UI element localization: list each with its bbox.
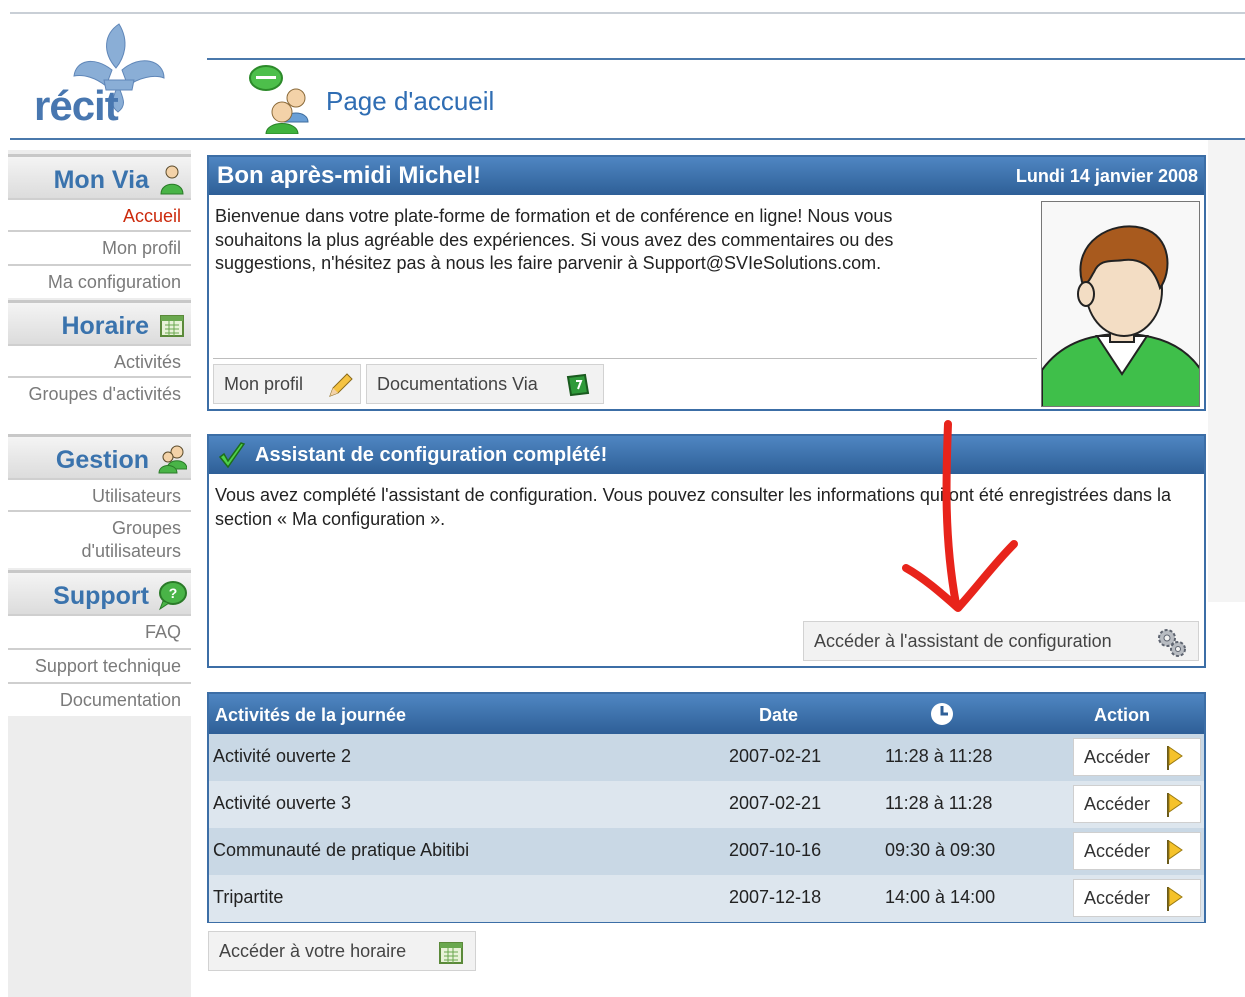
pencil-icon <box>329 373 353 397</box>
sidebar: Mon Via Accueil Mon profil Ma configurat… <box>8 150 191 997</box>
sidebar-item-groupes-utilisateurs[interactable]: Groupes d'utilisateurs <box>8 510 191 568</box>
header-separator <box>207 58 1245 60</box>
calendar-icon <box>439 942 463 964</box>
sidebar-item-faq[interactable]: FAQ <box>8 614 191 648</box>
gears-icon <box>1158 629 1186 657</box>
sidebar-item-ma-configuration[interactable]: Ma configuration <box>8 264 191 298</box>
sidebar-item-activites[interactable]: Activités <box>8 344 191 376</box>
assistant-text: Vous avez complété l'assistant de config… <box>215 485 1171 529</box>
people-chat-icon <box>249 65 309 134</box>
assistant-panel: Assistant de configuration complété! Vou… <box>207 434 1206 668</box>
acceder-button-label: Accéder <box>1084 747 1151 767</box>
right-background <box>1208 140 1245 602</box>
sidebar-section-label: Support <box>53 582 149 610</box>
clock-icon <box>931 703 953 725</box>
activity-time: 09:30 à 09:30 <box>885 840 996 860</box>
activity-name: Activité ouverte 3 <box>213 793 352 813</box>
column-header-name: Activités de la journée <box>215 705 407 725</box>
documentations-via-button[interactable]: Documentations Via <box>366 364 604 404</box>
acceder-button[interactable]: Accéder <box>1073 832 1201 870</box>
assistant-panel-header: Assistant de configuration complété! <box>209 436 1204 474</box>
users-icon <box>158 445 187 474</box>
sidebar-section-label: Gestion <box>55 446 149 474</box>
activities-table: Activités de la journée Date Action Acti… <box>207 692 1206 923</box>
acceder-button[interactable]: Accéder <box>1073 785 1201 823</box>
logo-text: récit <box>34 82 119 129</box>
current-date: Lundi 14 janvier 2008 <box>1015 166 1198 186</box>
mon-profil-button[interactable]: Mon profil <box>213 364 361 404</box>
activities-table-header: Activités de la journée Date Action <box>209 694 1204 734</box>
welcome-panel: Bon après-midi Michel! Lundi 14 janvier … <box>207 155 1206 411</box>
avatar-illustration <box>1042 202 1199 406</box>
assistant-title: Assistant de configuration complété! <box>255 444 608 466</box>
activity-time: 11:28 à 11:28 <box>885 746 993 766</box>
welcome-divider <box>213 358 1037 359</box>
flag-icon <box>1167 887 1183 911</box>
welcome-title: Bon après-midi Michel! <box>217 162 482 189</box>
flag-icon <box>1167 840 1183 864</box>
book-icon <box>566 373 590 397</box>
acceder-horaire-button[interactable]: Accéder à votre horaire <box>208 931 476 971</box>
acceder-button[interactable]: Accéder <box>1073 738 1201 776</box>
activity-date: 2007-12-18 <box>729 887 822 907</box>
column-header-date: Date <box>759 705 799 725</box>
welcome-text: Bienvenue dans votre plate-forme de form… <box>215 206 894 273</box>
sidebar-section-label: Mon Via <box>53 166 149 194</box>
flag-icon <box>1167 793 1183 817</box>
sidebar-section-mon-via[interactable]: Mon Via <box>8 154 191 198</box>
table-row: Tripartite 2007-12-18 14:00 à 14:00 Accé… <box>209 875 1204 922</box>
column-header-action: Action <box>1094 705 1150 725</box>
red-arrow-annotation <box>902 420 1018 612</box>
acceder-button-label: Accéder <box>1084 794 1151 814</box>
checkmark-icon <box>218 442 246 469</box>
activity-name: Communauté de pratique Abitibi <box>213 840 470 860</box>
calendar-icon <box>160 315 184 337</box>
acceder-assistant-button[interactable]: Accéder à l'assistant de configuration <box>803 621 1199 661</box>
acceder-horaire-button-label: Accéder à votre horaire <box>219 941 407 961</box>
activity-date: 2007-02-21 <box>729 746 822 766</box>
documentations-via-button-label: Documentations Via <box>377 374 538 394</box>
table-row: Activité ouverte 2 2007-02-21 11:28 à 11… <box>209 734 1204 781</box>
sidebar-item-mon-profil[interactable]: Mon profil <box>8 230 191 264</box>
activity-name: Tripartite <box>213 887 284 907</box>
sidebar-section-horaire[interactable]: Horaire <box>8 300 191 344</box>
activity-name: Activité ouverte 2 <box>213 746 352 766</box>
speech-bubble-icon: ? <box>158 581 187 611</box>
acceder-button[interactable]: Accéder <box>1073 879 1201 917</box>
user-avatar[interactable] <box>1041 201 1200 407</box>
sidebar-section-label: Horaire <box>61 312 149 340</box>
sidebar-section-support[interactable]: Support ? <box>8 570 191 614</box>
sidebar-item-utilisateurs[interactable]: Utilisateurs <box>8 478 191 510</box>
mon-profil-button-label: Mon profil <box>224 374 304 394</box>
activity-date: 2007-02-21 <box>729 793 822 813</box>
sidebar-item-groupes-activites[interactable]: Groupes d'activités <box>8 376 191 434</box>
header-band <box>10 18 1245 140</box>
sidebar-section-gestion[interactable]: Gestion <box>8 434 191 478</box>
activity-time: 11:28 à 11:28 <box>885 793 993 813</box>
activity-time: 14:00 à 14:00 <box>885 887 996 907</box>
table-row: Activité ouverte 3 2007-02-21 11:28 à 11… <box>209 781 1204 828</box>
flag-icon <box>1167 746 1183 770</box>
table-row: Communauté de pratique Abitibi 2007-10-1… <box>209 828 1204 875</box>
activity-date: 2007-10-16 <box>729 840 822 860</box>
acceder-assistant-button-label: Accéder à l'assistant de configuration <box>814 631 1112 651</box>
top-divider <box>10 12 1245 14</box>
svg-text:?: ? <box>169 585 178 601</box>
acceder-button-label: Accéder <box>1084 888 1151 908</box>
sidebar-item-accueil[interactable]: Accueil <box>8 198 191 230</box>
user-icon <box>160 165 184 195</box>
sidebar-item-support-technique[interactable]: Support technique <box>8 648 191 682</box>
sidebar-item-documentation[interactable]: Documentation <box>8 682 191 716</box>
welcome-panel-header: Bon après-midi Michel! Lundi 14 janvier … <box>209 157 1204 195</box>
page-title: Page d'accueil <box>326 86 495 116</box>
acceder-button-label: Accéder <box>1084 841 1151 861</box>
